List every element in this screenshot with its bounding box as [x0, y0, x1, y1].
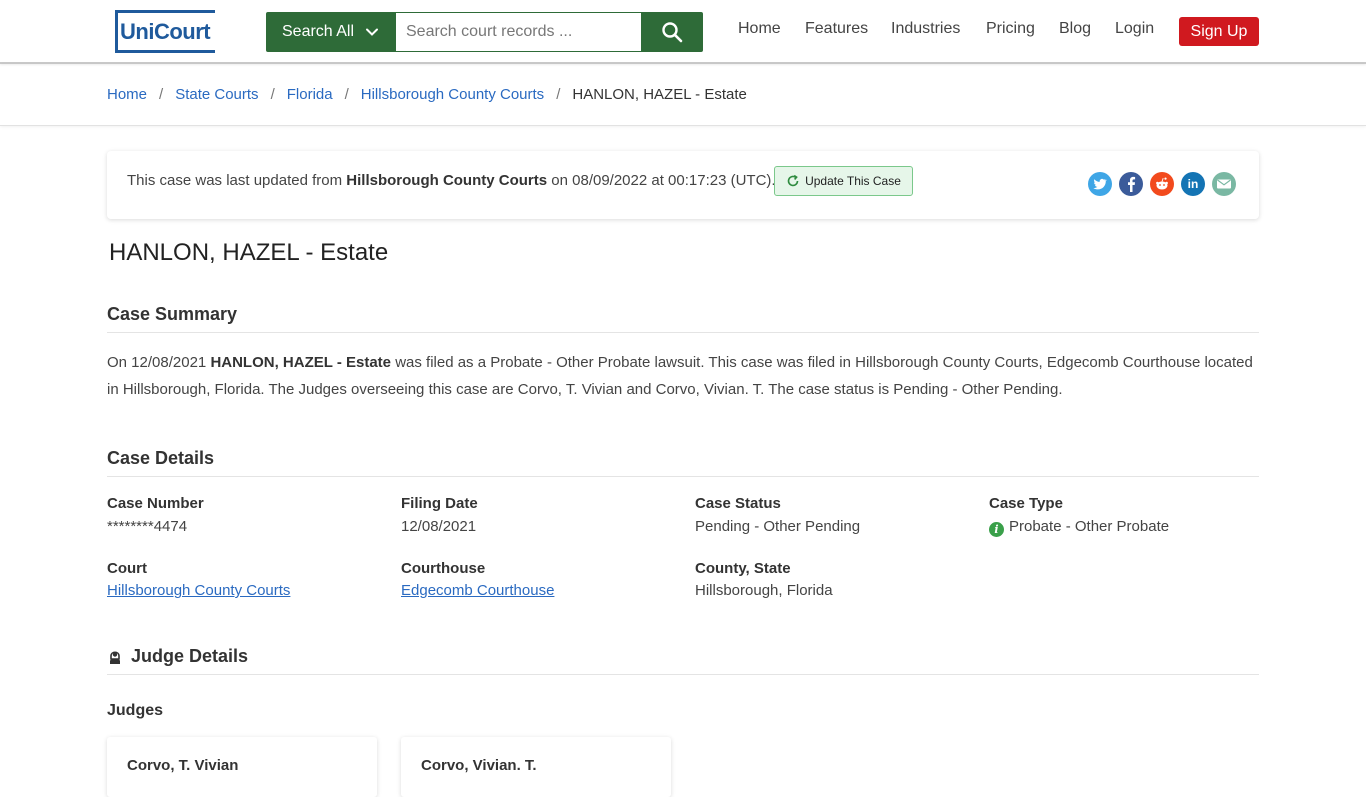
signup-button[interactable]: Sign Up: [1179, 17, 1259, 46]
court-link[interactable]: Hillsborough County Courts: [107, 582, 290, 599]
courthouse-label: Courthouse: [401, 560, 486, 577]
breadcrumb-separator: /: [270, 86, 275, 103]
nav-blog-link[interactable]: Blog: [1059, 20, 1091, 38]
judge-details-heading: Judge Details: [107, 646, 248, 667]
update-status-card: This case was last updated from Hillsbor…: [107, 151, 1259, 219]
info-icon[interactable]: i: [989, 522, 1004, 537]
judge-card[interactable]: Corvo, Vivian. T.: [401, 737, 671, 797]
nav-pricing-link[interactable]: Pricing: [986, 20, 1035, 38]
breadcrumb-florida[interactable]: Florida: [287, 86, 333, 103]
county-state-value: Hillsborough, Florida: [695, 582, 833, 599]
nav-login-link[interactable]: Login: [1115, 20, 1154, 38]
court-value: Hillsborough County Courts: [107, 582, 290, 599]
case-number-label: Case Number: [107, 495, 204, 512]
search-scope-label: Search All: [282, 23, 355, 40]
breadcrumb-state-courts[interactable]: State Courts: [175, 86, 258, 103]
breadcrumb-separator: /: [344, 86, 349, 103]
section-divider: [107, 332, 1259, 333]
judge-details-title: Judge Details: [131, 646, 249, 666]
judges-subheading: Judges: [107, 702, 164, 719]
twitter-icon[interactable]: [1088, 172, 1112, 196]
case-type-value: i Probate - Other Probate: [989, 518, 1169, 537]
court-label: Court: [107, 560, 147, 577]
breadcrumb-separator: /: [556, 86, 561, 103]
judge-card[interactable]: Corvo, T. Vivian: [107, 737, 377, 797]
refresh-icon: [787, 174, 799, 187]
case-status-label: Case Status: [695, 495, 781, 512]
last-updated-text: This case was last updated from Hillsbor…: [127, 172, 776, 189]
top-navbar: UniCourt Search All Home Features Indust…: [0, 0, 1366, 64]
case-details-heading: Case Details: [107, 448, 215, 468]
last-updated-court: Hillsborough County Courts: [346, 172, 548, 189]
judge-name: Corvo, T. Vivian: [127, 757, 239, 774]
nav-features-link[interactable]: Features: [805, 20, 868, 38]
case-status-value: Pending - Other Pending: [695, 518, 861, 535]
nav-industries-link[interactable]: Industries: [891, 20, 960, 38]
filing-date-label: Filing Date: [401, 495, 478, 512]
breadcrumb-current: HANLON, HAZEL - Estate: [572, 86, 747, 103]
breadcrumb-county-courts[interactable]: Hillsborough County Courts: [361, 86, 544, 103]
update-case-label: Update This Case: [805, 174, 901, 188]
county-state-label: County, State: [695, 560, 791, 577]
search-button[interactable]: [641, 12, 703, 52]
email-icon[interactable]: [1212, 172, 1236, 196]
case-title: HANLON, HAZEL - Estate: [109, 239, 389, 266]
last-updated-suffix: on 08/09/2022 at 00:17:23 (UTC).: [551, 172, 776, 189]
filing-date-value: 12/08/2021: [401, 518, 477, 535]
case-number-value: ********4474: [107, 518, 188, 535]
summary-case-name: HANLON, HAZEL - Estate: [210, 354, 392, 371]
linkedin-icon[interactable]: in: [1181, 172, 1205, 196]
section-divider: [107, 476, 1259, 477]
search-input[interactable]: [396, 12, 641, 52]
judge-icon: [110, 650, 120, 664]
chevron-down-icon: [366, 28, 379, 36]
breadcrumb-bar: Home / State Courts / Florida / Hillsbor…: [0, 64, 1366, 126]
case-type-label: Case Type: [989, 495, 1063, 512]
search-icon: [662, 22, 683, 43]
last-updated-prefix: This case was last updated from: [127, 172, 343, 189]
breadcrumb: Home / State Courts / Florida / Hillsbor…: [107, 86, 747, 103]
logo-text: UniCourt: [120, 18, 211, 44]
facebook-icon[interactable]: [1119, 172, 1143, 196]
case-summary-text: On 12/08/2021 HANLON, HAZEL - Estate was…: [107, 349, 1259, 403]
breadcrumb-home[interactable]: Home: [107, 86, 147, 103]
courthouse-value: Edgecomb Courthouse: [401, 582, 554, 599]
section-divider: [107, 674, 1259, 675]
breadcrumb-separator: /: [159, 86, 164, 103]
search-scope-dropdown[interactable]: Search All: [266, 12, 396, 52]
search-bar: Search All: [266, 12, 703, 52]
summary-text-before: On 12/08/2021: [107, 354, 207, 371]
nav-home-link[interactable]: Home: [738, 20, 781, 38]
courthouse-link[interactable]: Edgecomb Courthouse: [401, 582, 554, 599]
reddit-icon[interactable]: [1150, 172, 1174, 196]
judge-name: Corvo, Vivian. T.: [421, 757, 537, 774]
case-type-text: Probate - Other Probate: [1009, 518, 1170, 535]
case-summary-heading: Case Summary: [107, 304, 238, 324]
unicourt-logo[interactable]: UniCourt: [115, 10, 215, 53]
update-case-button[interactable]: Update This Case: [774, 166, 913, 196]
